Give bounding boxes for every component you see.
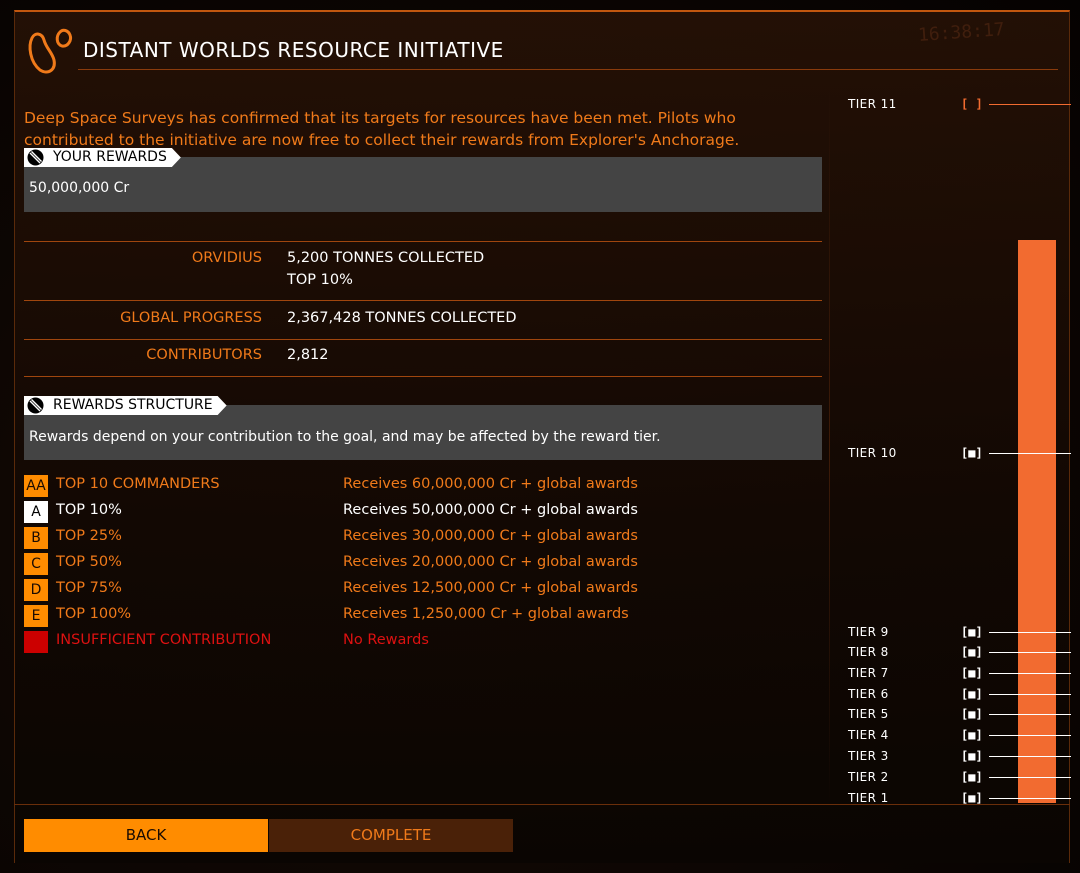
- tier-line: [989, 453, 1071, 454]
- tier-line: [989, 798, 1071, 799]
- reward-tier-row: C TOP 50% Receives 20,000,000 Cr + globa…: [24, 553, 724, 575]
- stats-divider: [24, 300, 822, 301]
- tier-badge: D: [24, 579, 48, 601]
- your-rewards-tag: YOUR REWARDS: [24, 148, 181, 167]
- tier-label: TIER 9: [848, 625, 889, 639]
- tier-reward: Receives 1,250,000 Cr + global awards: [343, 606, 629, 622]
- tier-reward: Receives 50,000,000 Cr + global awards: [343, 502, 638, 518]
- tier-badge: A: [24, 501, 48, 523]
- tier-marker-filled-icon: [■]: [961, 625, 983, 639]
- tier-label: TIER 7: [848, 666, 889, 680]
- complete-button[interactable]: COMPLETE: [269, 819, 513, 852]
- tier-marker-filled-icon: [■]: [961, 791, 983, 805]
- your-rewards-label: YOUR REWARDS: [53, 149, 167, 165]
- stat-label-contributors: CONTRIBUTORS: [146, 347, 262, 363]
- faction-logo-icon: [28, 28, 72, 74]
- stats-divider: [24, 376, 822, 377]
- tier-label: TIER 11: [848, 97, 897, 111]
- page-title: DISTANT WORLDS RESOURCE INITIATIVE: [83, 38, 504, 62]
- reward-tier-row: E TOP 100% Receives 1,250,000 Cr + globa…: [24, 605, 724, 627]
- tier-line: [989, 673, 1071, 674]
- tier-label: TIER 2: [848, 770, 889, 784]
- progress-divider: [829, 90, 830, 810]
- tier-line: [989, 777, 1071, 778]
- tier-reward: Receives 60,000,000 Cr + global awards: [343, 476, 638, 492]
- reward-tier-row: D TOP 75% Receives 12,500,000 Cr + globa…: [24, 579, 724, 601]
- title-divider: [78, 69, 1058, 70]
- community-goal-progress-bar: [1018, 239, 1056, 803]
- reward-tier-row: F INSUFFICIENT CONTRIBUTION No Rewards: [24, 631, 724, 653]
- tier-label: TIER 10: [848, 446, 897, 460]
- tier-badge: C: [24, 553, 48, 575]
- tier-line: [989, 756, 1071, 757]
- rewards-structure-text: Rewards depend on your contribution to t…: [29, 429, 661, 445]
- back-button[interactable]: BACK: [24, 819, 268, 852]
- stat-label-global-progress: GLOBAL PROGRESS: [120, 310, 262, 326]
- stat-value-global-progress: 2,367,428 TONNES COLLECTED: [287, 310, 517, 326]
- tier-label: TIER 3: [848, 749, 889, 763]
- tier-marker-filled-icon: [■]: [961, 707, 983, 721]
- rewards-structure-label: REWARDS STRUCTURE: [53, 397, 213, 413]
- tier-name: TOP 10 COMMANDERS: [56, 476, 220, 492]
- tier-line: [989, 735, 1071, 736]
- stats-divider: [24, 339, 822, 340]
- reward-tier-row: A TOP 10% Receives 50,000,000 Cr + globa…: [24, 501, 724, 523]
- tier-marker-filled-icon: [■]: [961, 728, 983, 742]
- tier-badge: E: [24, 605, 48, 627]
- footer-divider: [14, 804, 1070, 805]
- tier-reward: Receives 30,000,000 Cr + global awards: [343, 528, 638, 544]
- reward-tier-row: B TOP 25% Receives 30,000,000 Cr + globa…: [24, 527, 724, 549]
- tier-line: [989, 694, 1071, 695]
- tier-line: [989, 632, 1071, 633]
- tier-marker-filled-icon: [■]: [961, 666, 983, 680]
- tier-reward: Receives 12,500,000 Cr + global awards: [343, 580, 638, 596]
- tier-label: TIER 6: [848, 687, 889, 701]
- orvidius-rank: TOP 10%: [287, 272, 353, 288]
- stat-label-orvidius: ORVIDIUS: [191, 250, 262, 266]
- tier-badge: AA: [24, 475, 48, 497]
- stat-value-orvidius: 5,200 TONNES COLLECTED TOP 10%: [287, 247, 484, 291]
- tier-marker-empty-icon: [ ]: [961, 97, 983, 111]
- tier-name: TOP 25%: [56, 528, 122, 544]
- tier-marker-filled-icon: [■]: [961, 770, 983, 784]
- tier-line: [989, 714, 1071, 715]
- tier-line: [989, 104, 1071, 105]
- orvidius-tonnes: 5,200 TONNES COLLECTED: [287, 250, 485, 266]
- tier-label: TIER 5: [848, 707, 889, 721]
- initiative-description: Deep Space Surveys has confirmed that it…: [24, 109, 740, 149]
- section-emblem-icon: [26, 148, 45, 167]
- tier-reward: Receives 20,000,000 Cr + global awards: [343, 554, 638, 570]
- reward-amount: 50,000,000 Cr: [29, 180, 130, 196]
- tier-name: TOP 75%: [56, 580, 122, 596]
- tier-reward: No Rewards: [343, 632, 429, 648]
- tier-badge: B: [24, 527, 48, 549]
- reward-tier-row: AA TOP 10 COMMANDERS Receives 60,000,000…: [24, 475, 724, 497]
- tier-name: TOP 100%: [56, 606, 132, 622]
- tier-marker-filled-icon: [■]: [961, 446, 983, 460]
- tier-name: TOP 10%: [56, 502, 122, 518]
- stats-divider: [24, 241, 822, 242]
- tier-marker-filled-icon: [■]: [961, 645, 983, 659]
- tier-label: TIER 1: [848, 791, 889, 805]
- tier-label: TIER 4: [848, 728, 889, 742]
- section-emblem-icon: [26, 396, 45, 415]
- tier-name: INSUFFICIENT CONTRIBUTION: [56, 632, 272, 648]
- tier-badge: F: [24, 631, 48, 653]
- stat-value-contributors: 2,812: [287, 347, 329, 363]
- tier-label: TIER 8: [848, 645, 889, 659]
- tier-line: [989, 652, 1071, 653]
- tier-name: TOP 50%: [56, 554, 122, 570]
- rewards-structure-tag: REWARDS STRUCTURE: [24, 396, 227, 415]
- tier-marker-filled-icon: [■]: [961, 749, 983, 763]
- tier-marker-filled-icon: [■]: [961, 687, 983, 701]
